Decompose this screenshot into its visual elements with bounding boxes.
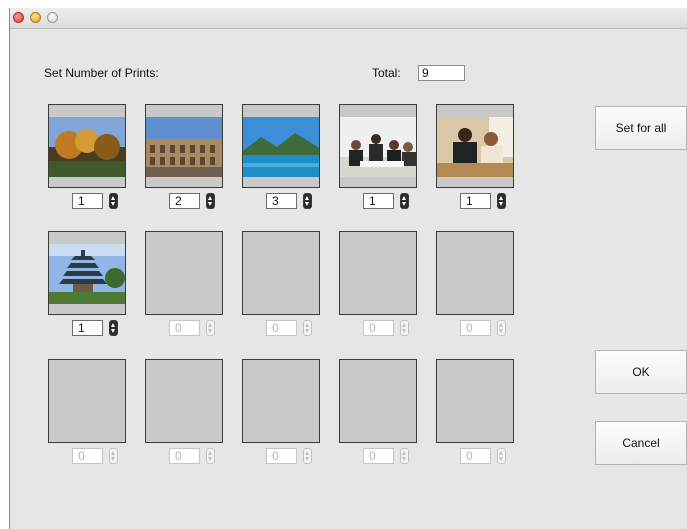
stepper-arrows-icon[interactable] [303, 193, 312, 209]
stepper-arrows-icon[interactable] [109, 193, 118, 209]
quantity-field: 0 [266, 448, 297, 464]
stepper-arrows-icon[interactable] [109, 320, 118, 336]
stepper-arrows-icon [109, 448, 118, 464]
stepper-arrows-icon[interactable] [497, 193, 506, 209]
quantity-stepper: 0 [460, 320, 516, 336]
photo-thumbnail-colosseum[interactable] [145, 104, 223, 188]
photo-thumbnail-business-meeting[interactable] [339, 104, 417, 188]
quantity-stepper: 2 [169, 193, 225, 209]
stepper-arrows-icon [400, 448, 409, 464]
close-window-button[interactable] [13, 12, 24, 23]
photo-thumbnail-mountain-lake[interactable] [242, 104, 320, 188]
stepper-arrows-icon [497, 320, 506, 336]
title-bar [10, 8, 687, 29]
stepper-arrows-icon [497, 448, 506, 464]
photo-thumbnail-office-workers[interactable] [436, 104, 514, 188]
empty-photo-placeholder [242, 359, 320, 443]
stepper-arrows-icon [303, 320, 312, 336]
quantity-stepper: 0 [266, 320, 322, 336]
quantity-stepper: 1 [72, 320, 128, 336]
quantity-stepper: 1 [460, 193, 516, 209]
quantity-field[interactable]: 1 [72, 320, 103, 336]
empty-photo-placeholder [339, 359, 417, 443]
quantity-field: 0 [169, 320, 200, 336]
quantity-field[interactable]: 2 [169, 193, 200, 209]
empty-photo-placeholder [339, 231, 417, 315]
empty-photo-placeholder [145, 231, 223, 315]
stepper-arrows-icon [303, 448, 312, 464]
ok-button[interactable]: OK [595, 350, 687, 394]
empty-photo-placeholder [436, 359, 514, 443]
empty-photo-placeholder [145, 359, 223, 443]
photo-thumbnail-autumn-park[interactable] [48, 104, 126, 188]
quantity-field: 0 [363, 320, 394, 336]
stepper-arrows-icon [206, 448, 215, 464]
quantity-field: 0 [460, 320, 491, 336]
quantity-field: 0 [72, 448, 103, 464]
quantity-field[interactable]: 3 [266, 193, 297, 209]
quantity-field: 0 [169, 448, 200, 464]
stepper-arrows-icon [206, 320, 215, 336]
quantity-stepper: 0 [363, 448, 419, 464]
quantity-stepper: 1 [72, 193, 128, 209]
quantity-stepper: 0 [169, 320, 225, 336]
quantity-stepper: 1 [363, 193, 419, 209]
quantity-stepper: 0 [266, 448, 322, 464]
total-field[interactable]: 9 [418, 65, 465, 81]
quantity-stepper: 0 [460, 448, 516, 464]
quantity-field: 0 [460, 448, 491, 464]
set-for-all-button[interactable]: Set for all [595, 106, 687, 150]
cancel-button[interactable]: Cancel [595, 421, 687, 465]
quantity-stepper: 0 [72, 448, 128, 464]
empty-photo-placeholder [436, 231, 514, 315]
quantity-field: 0 [266, 320, 297, 336]
empty-photo-placeholder [48, 359, 126, 443]
stepper-arrows-icon [400, 320, 409, 336]
photo-thumbnail-pagoda[interactable] [48, 231, 126, 315]
quantity-field[interactable]: 1 [72, 193, 103, 209]
empty-photo-placeholder [242, 231, 320, 315]
quantity-stepper: 0 [363, 320, 419, 336]
set-number-label: Set Number of Prints: [44, 66, 159, 80]
print-dialog-window: Set Number of Prints: Total: 9 1 2 3 1 1… [9, 8, 687, 529]
zoom-window-button[interactable] [47, 12, 58, 23]
quantity-field: 0 [363, 448, 394, 464]
quantity-field[interactable]: 1 [363, 193, 394, 209]
quantity-stepper: 0 [169, 448, 225, 464]
quantity-stepper: 3 [266, 193, 322, 209]
quantity-field[interactable]: 1 [460, 193, 491, 209]
stepper-arrows-icon[interactable] [400, 193, 409, 209]
minimize-window-button[interactable] [30, 12, 41, 23]
total-label: Total: [372, 66, 401, 80]
stepper-arrows-icon[interactable] [206, 193, 215, 209]
